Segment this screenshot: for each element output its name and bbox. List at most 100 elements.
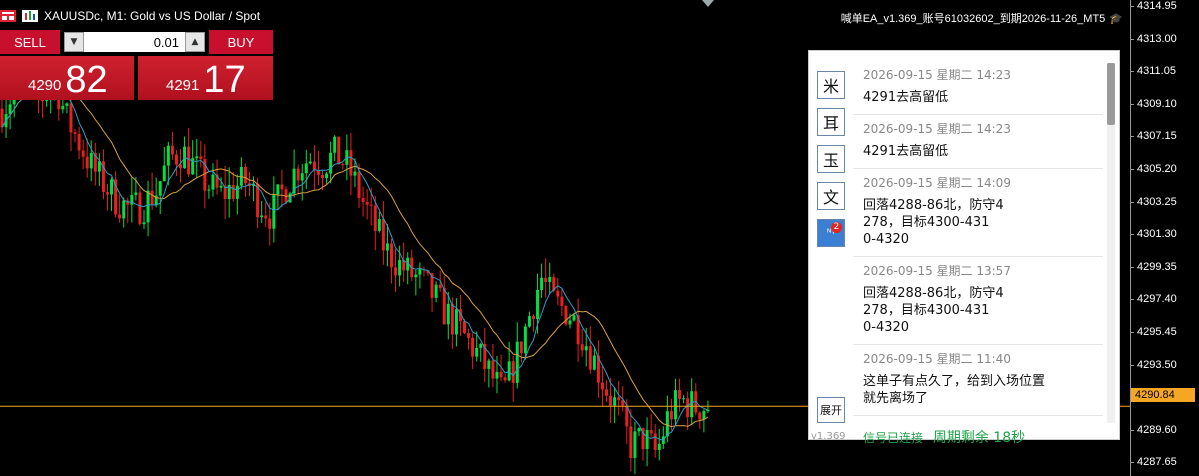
price-tick-label: 4311.05 [1137,65,1176,78]
chart-title-bar: XAUUSDc, M1: Gold vs US Dollar / Spot [0,8,260,24]
candle-body [337,136,341,165]
message-time: 2026-09-15 星期二 11:40 [863,352,1011,366]
buy-price-prefix: 4291 [166,77,200,94]
candle-body [442,288,446,325]
message-item[interactable]: 2026-09-15 星期二 14:23 4291去高留低 [853,61,1103,115]
candle-body [605,389,609,396]
candle-body [199,156,203,160]
ear-button[interactable]: 耳 [817,108,845,136]
lot-size-control[interactable]: ▼ 0.01 ▲ [64,32,205,52]
sell-button[interactable]: SELL [0,30,60,54]
candle-body [499,371,503,378]
candle-body [389,243,393,268]
message-item[interactable]: 2026-09-15 星期二 14:23 4291去高留低 [853,115,1103,169]
graduation-cap-icon: 🎓 [1109,13,1123,25]
candle-body [377,219,381,231]
candle-body [487,360,491,369]
candle-body [325,173,329,179]
jade-button[interactable]: 玉 [817,145,845,173]
price-axis[interactable]: 4314.95 4313.00 4311.05 4309.10 4307.15 4305.… [1130,0,1199,476]
candle-body [211,174,215,190]
candle-body [523,326,527,354]
trade-panel-icon[interactable] [0,10,16,22]
message-time: 2026-09-15 星期二 13:57 [863,264,1011,278]
candle-body [308,161,312,164]
candle-body [77,133,81,151]
price-tick-label: 4293.50 [1137,358,1177,371]
scrollbar-thumb[interactable] [1107,63,1115,125]
candle-body [260,215,264,218]
message-scrollbar[interactable] [1107,63,1115,423]
candle-body [629,426,633,458]
price-tick-label: 4309.10 [1137,97,1177,110]
candle-body [657,443,661,450]
candle-body [686,398,690,418]
candle-body [418,269,422,275]
rice-button[interactable]: 米 [817,71,845,99]
candle-body [479,344,483,348]
candle-body [365,201,369,205]
message-list[interactable]: 2026-09-15 星期二 14:23 4291去高留低 2026-09-15 星… [853,61,1103,419]
chart-shift-marker[interactable] [702,0,714,7]
candle-body [540,277,544,290]
candle-body [463,321,467,334]
candle-body [698,412,702,420]
candle-body [511,361,515,383]
candle-body [560,296,564,307]
candle-body [531,316,535,319]
candle-body [600,382,604,390]
candle-body [475,347,479,357]
candle-body [0,108,4,128]
notification-button[interactable]: ᴺᵞ 2 [817,219,845,247]
current-price-label: 4290.84 [1131,388,1195,402]
candle-body [673,390,677,420]
chart-type-icon[interactable] [22,10,38,22]
candle-body [361,198,365,202]
candle-body [61,105,65,110]
wen-button[interactable]: 文 [817,182,845,210]
candle-body [617,397,621,401]
lot-decrease-icon[interactable]: ▼ [64,32,84,52]
candle-body [519,341,523,354]
candle-body [649,430,653,434]
buy-button[interactable]: BUY [209,30,273,54]
lot-increase-icon[interactable]: ▲ [185,32,205,52]
sell-price-box[interactable]: 4290 82 [0,56,134,100]
candle-body [527,316,531,327]
candle-body [584,346,588,351]
candle-body [134,192,138,195]
candle-body [272,194,276,229]
candle-body [268,218,272,229]
candle-body [678,390,682,399]
status-bar: 信号已连接 周期剩余 18秒 [863,427,1025,447]
candle-body [503,377,507,381]
message-time: 2026-09-15 星期二 14:23 [863,122,1011,136]
price-tick-label: 4313.00 [1137,32,1177,45]
candle-body [637,428,641,432]
candle-body [385,243,389,251]
candle-body [398,260,402,276]
candle-body [369,204,373,206]
buy-price-box[interactable]: 4291 17 [138,56,273,100]
message-item[interactable]: 2026-09-15 星期二 14:09 回落4288-86北，防守4 278，目… [853,169,1103,257]
candle-body [69,103,73,133]
message-text: 4291去高留低 [863,90,949,105]
message-item[interactable]: 2026-09-15 星期二 13:57 回落4288-86北，防守4 278，目… [853,257,1103,345]
candle-body [357,171,361,199]
candle-body [243,166,247,184]
cycle-countdown: 周期剩余 18秒 [932,430,1026,446]
candle-body [65,103,69,106]
expand-button[interactable]: 展开 [817,397,845,423]
candle-body [381,219,385,251]
candle-body [150,190,154,206]
message-item[interactable]: 2026-09-15 星期二 11:40 这单子有点久了，给到入场位置 就先离场了 [853,345,1103,416]
candle-body [333,136,337,153]
candle-body [89,153,93,169]
candle-body [491,360,495,379]
candle-body [665,411,669,437]
candle-body [434,284,438,298]
lot-size-value[interactable]: 0.01 [84,35,185,50]
candle-body [515,341,519,383]
candle-body [85,156,89,169]
candle-body [312,161,316,170]
